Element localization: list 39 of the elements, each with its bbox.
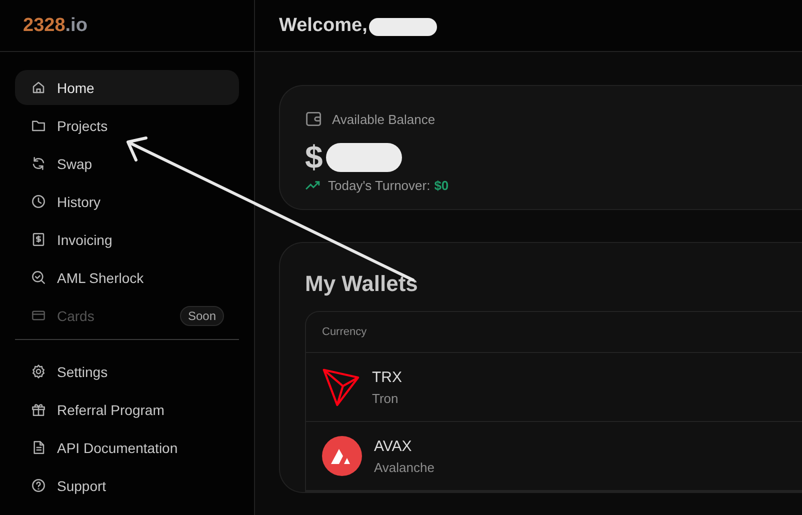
wallets-title: My Wallets [305, 271, 419, 297]
tron-logo-icon [322, 367, 360, 407]
column-header: Currency [322, 326, 367, 338]
nav-item[interactable]: Invoicing [15, 222, 239, 257]
nav-item[interactable]: History [15, 184, 239, 219]
currency-symbol: AVAX [374, 438, 413, 454]
soon-badge: Soon [180, 306, 224, 326]
trend-up-icon [305, 180, 320, 191]
card-icon [31, 308, 46, 323]
currency-name: Tron [372, 390, 400, 406]
currency-symbol: TRX [372, 368, 402, 386]
nav-item[interactable]: Projects [15, 108, 239, 143]
folder-icon [31, 118, 46, 133]
wallet-icon [305, 110, 323, 128]
balance-currency: $ [305, 138, 323, 176]
balance-label: Available Balance [332, 112, 436, 126]
redaction-mark [369, 18, 438, 36]
nav-item[interactable]: Referral Program [15, 392, 239, 427]
home-icon [31, 80, 46, 95]
nav-item[interactable]: Support [15, 468, 239, 503]
turnover-value: $0 [434, 178, 449, 193]
avalanche-logo-icon [322, 436, 362, 476]
nav-item[interactable]: AML Sherlock [15, 260, 239, 295]
currency-name: Avalanche [374, 460, 434, 474]
nav-item[interactable]: API Documentation [15, 430, 239, 465]
welcome-title: Welcome, [279, 14, 368, 36]
logo[interactable]: 2328.io [23, 14, 88, 36]
invoice-icon [31, 232, 46, 247]
settings-icon [31, 364, 46, 379]
gift-icon [31, 402, 46, 417]
turnover-label: Today's Turnover: [328, 178, 430, 193]
document-icon [31, 440, 46, 455]
nav-item[interactable]: Home [15, 70, 239, 105]
clock-icon [31, 194, 46, 209]
refresh-icon [31, 156, 46, 171]
nav-item[interactable]: Settings [15, 354, 239, 389]
nav-item[interactable]: Swap [15, 146, 239, 181]
help-icon [31, 478, 46, 493]
search-check-icon [31, 270, 46, 285]
